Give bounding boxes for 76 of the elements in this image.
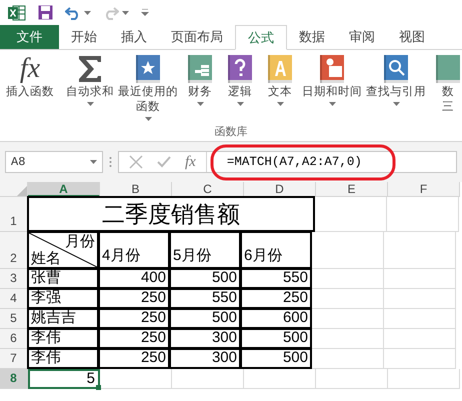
name-box[interactable]: A8 (5, 151, 103, 173)
column-header[interactable]: E (316, 182, 388, 197)
table-cell: 5月份 (169, 231, 241, 269)
formula-text: =MATCH(A7,A2:A7,0) (226, 154, 362, 171)
title-cell: 二季度销售额 (27, 196, 315, 232)
ribbon-tab[interactable]: 页面布局 (159, 25, 235, 49)
caret-icon (276, 102, 284, 106)
caret-icon (86, 102, 94, 106)
caret-icon (84, 10, 91, 14)
sigma-icon (77, 54, 103, 84)
ribbon-button[interactable]: 数 三 (428, 54, 462, 114)
column-header[interactable]: F (388, 182, 460, 197)
table-cell[interactable]: 5 (28, 369, 100, 389)
ribbon-tab[interactable]: 数据 (287, 25, 337, 49)
ribbon-button[interactable]: 文本 (260, 54, 300, 106)
row-header[interactable]: 8 (0, 369, 28, 389)
row-header[interactable]: 4 (0, 289, 28, 309)
customize-menu-icon[interactable] (141, 9, 149, 16)
save-icon[interactable] (38, 5, 53, 20)
ribbon-tab[interactable]: 公式 (235, 25, 287, 50)
column-header[interactable]: A (28, 182, 100, 197)
drag-handle-icon[interactable] (109, 156, 112, 168)
table-cell: 250 (98, 308, 170, 329)
table-cell: 250 (98, 328, 170, 349)
ribbon-button[interactable]: 查找与引用 (364, 54, 428, 106)
table-cell: 550 (169, 288, 241, 309)
row-header[interactable]: 3 (0, 269, 28, 289)
header-text: 月份 (65, 233, 95, 250)
enter-check-icon[interactable] (157, 156, 171, 168)
ribbon-tab[interactable]: 插入 (109, 25, 159, 49)
table-cell: 250 (98, 348, 170, 369)
table-cell: 500 (240, 348, 312, 369)
ribbon-button[interactable]: 逻辑 (220, 54, 260, 106)
ribbon-tab[interactable]: 开始 (59, 25, 109, 49)
table-cell: 4月份 (98, 231, 170, 269)
header-text: 姓名 (31, 250, 61, 267)
table-cell: 300 (169, 328, 241, 349)
table-cell: 400 (98, 268, 170, 289)
column-header[interactable]: C (172, 182, 244, 197)
group-label: 函数库 (214, 126, 248, 138)
row-header[interactable]: 2 (0, 232, 28, 269)
table-cell: 李伟 (27, 348, 99, 369)
table-cell: 李伟 (27, 328, 99, 349)
function-icon: fx (20, 55, 40, 83)
caret-icon (236, 102, 244, 106)
ribbon-button[interactable]: 自动求和 (64, 54, 116, 106)
row-header[interactable]: 5 (0, 309, 28, 329)
ribbon-button[interactable]: 最近使用的 函数 (116, 54, 180, 121)
caret-icon (392, 102, 400, 106)
table-cell: 李强 (27, 288, 99, 309)
caret-icon (328, 102, 336, 106)
column-header[interactable]: B (100, 182, 172, 197)
table-cell: 张曹 (27, 268, 99, 289)
spreadsheet-logo-icon[interactable] (8, 4, 26, 20)
caret-icon (196, 102, 204, 106)
ribbon-button[interactable]: 日期和时间 (300, 54, 364, 106)
caret-icon (144, 117, 152, 121)
file-tab[interactable]: 文件 (0, 25, 59, 49)
table-cell: 500 (169, 268, 241, 289)
row-header[interactable]: 7 (0, 349, 28, 369)
table-cell: 500 (169, 308, 241, 329)
table-cell: 姚吉吉 (27, 308, 99, 329)
undo-icon[interactable] (65, 6, 81, 20)
row-header[interactable]: 6 (0, 329, 28, 349)
column-header[interactable]: D (244, 182, 316, 197)
ribbon-button[interactable]: fx 插入函数 (4, 54, 56, 99)
table-cell: 300 (169, 348, 241, 369)
row-header[interactable]: 1 (0, 197, 28, 232)
cancel-icon[interactable] (129, 155, 143, 169)
ribbon-tab[interactable]: 审阅 (337, 25, 387, 49)
ribbon-tab[interactable]: 视图 (387, 25, 437, 49)
caret-icon (90, 160, 97, 164)
ribbon-button[interactable]: 财务 (180, 54, 220, 106)
insert-function-button[interactable]: fx (185, 150, 196, 174)
table-cell: 250 (98, 288, 170, 309)
caret-icon (122, 10, 129, 14)
